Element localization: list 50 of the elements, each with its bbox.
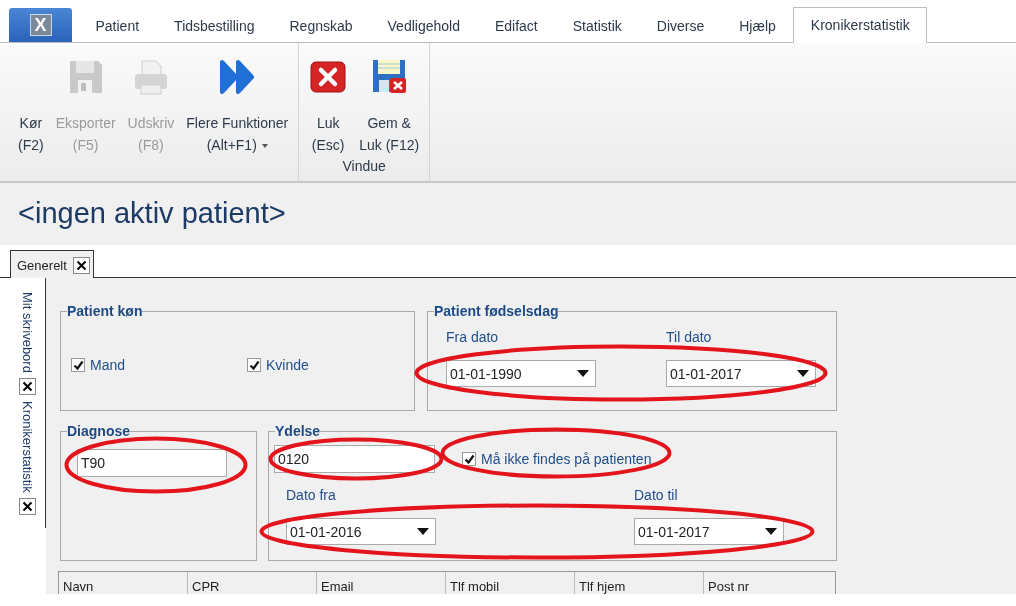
ribbon-button[interactable]: Luk (Esc) [303,43,354,156]
column-header[interactable]: Tlf hjem [575,572,704,594]
ribbon-button[interactable]: Flere Funktioner (Alt+F1) [180,43,295,156]
ribbon-tab[interactable]: Kronikerstatistik [793,7,928,43]
group-title: Patient fødselsdag [434,303,559,319]
field-label: Dato fra [286,487,336,504]
checkbox-label: Mand [90,357,126,373]
checkbox-label: Kvinde [266,357,309,373]
date-dropdown[interactable]: 01-01-2017 [634,518,784,545]
ribbon-tab[interactable]: Hjælp [721,8,794,43]
date-dropdown[interactable]: 01-01-2016 [286,518,436,545]
field-label: Fra dato [446,329,499,346]
ribbon-tab[interactable]: Statistik [555,8,640,43]
column-header[interactable]: Email [317,572,446,594]
checkbox[interactable] [462,452,476,466]
checkbox[interactable] [71,358,85,372]
group-title: Patient køn [67,303,143,319]
column-header[interactable]: Post nr [704,572,835,594]
column-header[interactable]: Tlf mobil [446,572,575,594]
ribbon-tab[interactable]: Edifact [477,8,556,43]
app-menu-button[interactable]: X [9,8,72,42]
close-icon[interactable] [19,497,36,515]
field-label: Dato til [634,487,678,504]
side-tab[interactable]: Mit skrivebord [20,292,35,373]
ribbon-tab[interactable]: Vedligehold [370,8,478,43]
close-icon[interactable] [72,256,90,274]
date-dropdown[interactable]: 01-01-2017 [666,360,816,387]
checkbox-label: Må ikke findes på patienten [481,451,652,467]
date-dropdown[interactable]: 01-01-1990 [446,360,596,387]
input-field[interactable]: T90 [77,449,227,477]
close-icon[interactable] [19,377,36,395]
ribbon-button[interactable]: Gem & Luk (F12) [353,43,426,156]
save-close-icon [370,58,409,96]
ribbon-button[interactable]: Kør (F2) [12,43,50,156]
field-label: Til dato [666,329,712,346]
input-field[interactable]: 0120 [274,445,435,473]
ribbon-group-label: Vindue [341,158,387,174]
ribbon-tab[interactable]: Diverse [639,8,722,43]
ribbon-tab[interactable]: Tidsbestilling [156,8,272,43]
column-header[interactable]: CPR [188,572,317,594]
side-tab[interactable]: Kronikerstatistik [20,400,35,493]
group-title: Diagnose [67,423,130,439]
close-icon [309,58,348,96]
caret-icon [261,144,268,149]
page-title: <ingen aktiv patient> [18,197,287,230]
column-header[interactable]: Navn [59,572,188,594]
group-title: Ydelse [275,423,321,439]
ribbon-tab[interactable]: Patient [78,8,157,43]
checkbox[interactable] [247,358,261,372]
ribbon-tab[interactable]: Regnskab [272,8,371,43]
